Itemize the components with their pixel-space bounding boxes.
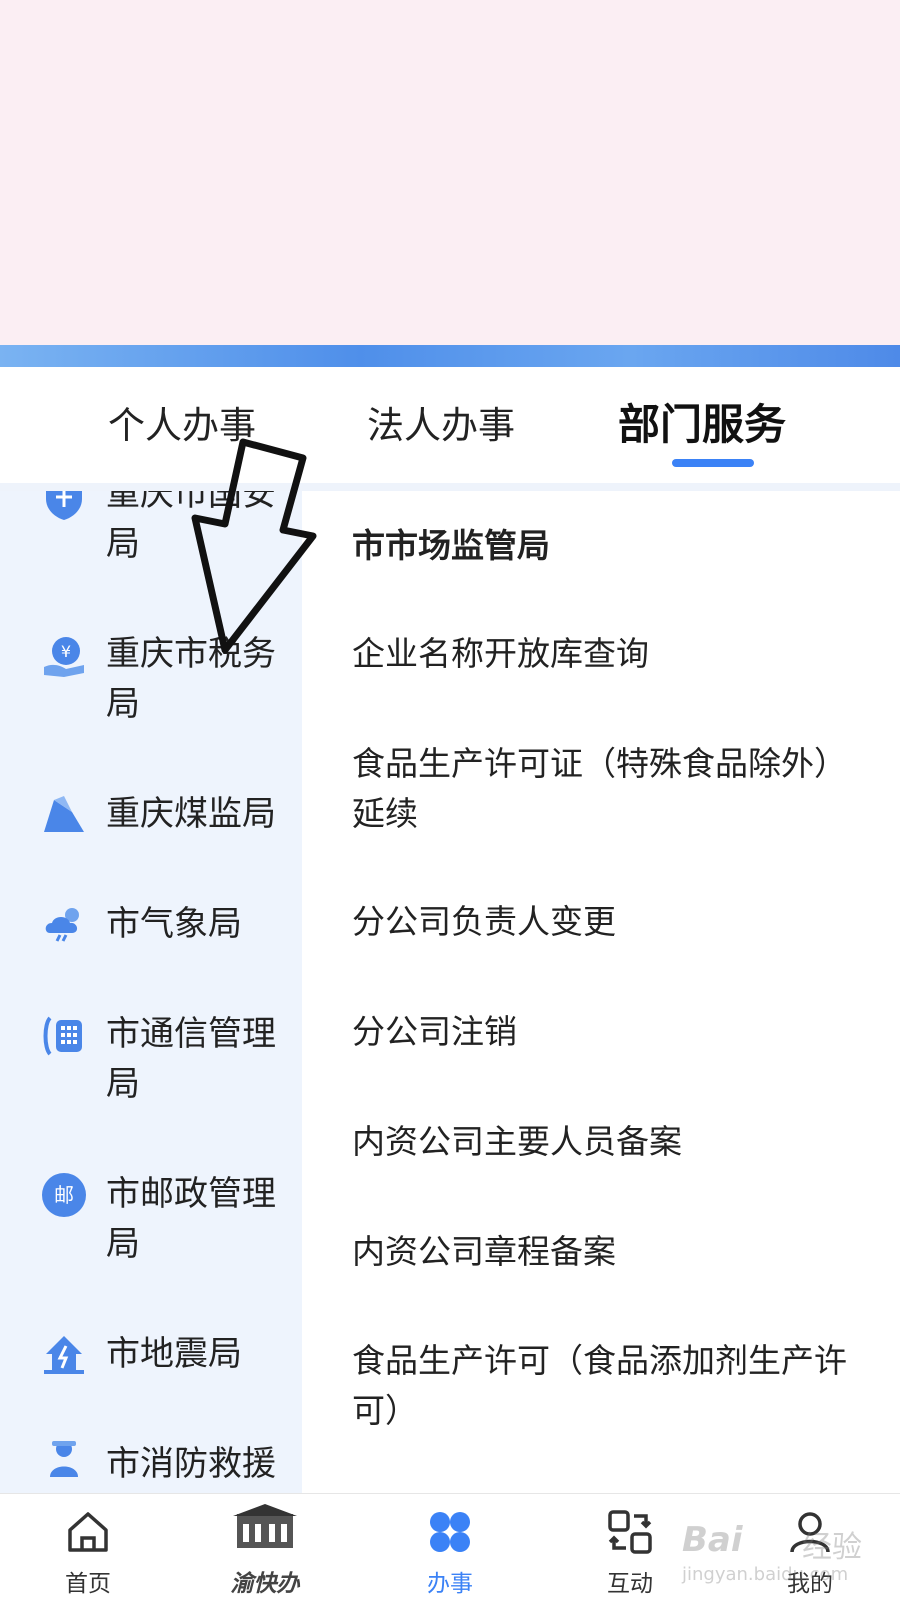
tab-label: 我的 bbox=[787, 1571, 833, 1597]
tab-personal[interactable]: 个人办事 bbox=[108, 395, 256, 449]
list-item[interactable]: 食品生产许可证（特殊食品除外）延续 bbox=[352, 739, 872, 839]
tab-label: 办事 bbox=[427, 1571, 473, 1597]
list-item[interactable]: 内资公司主要人员备案 bbox=[352, 1117, 872, 1167]
sidebar-item-national-security[interactable]: 重庆市国安局 bbox=[0, 491, 302, 579]
department-sidebar[interactable]: 重庆市国安局 ¥ 重庆市税务局 重庆煤监局 市气象局 市通信管理局 邮 市邮政管… bbox=[0, 491, 302, 1493]
department-heading: 市市场监管局 bbox=[352, 526, 550, 565]
list-item[interactable]: 企业名称开放库查询 bbox=[352, 629, 872, 679]
weather-icon bbox=[45, 908, 79, 942]
postal-icon: 邮 bbox=[42, 1173, 86, 1217]
active-tab-indicator bbox=[672, 459, 754, 467]
tab-department[interactable]: 部门服务 bbox=[618, 391, 786, 452]
sidebar-item-fire-rescue[interactable]: 市消防救援 bbox=[0, 1439, 302, 1493]
tab-interact[interactable]: 互动 bbox=[560, 1494, 700, 1601]
tab-services[interactable]: 办事 bbox=[380, 1494, 520, 1601]
coal-icon bbox=[44, 796, 84, 832]
svg-text:¥: ¥ bbox=[61, 642, 71, 661]
phone-icon bbox=[43, 1016, 82, 1056]
top-banner[interactable] bbox=[0, 0, 900, 345]
home-icon bbox=[68, 1512, 108, 1552]
list-item[interactable]: 内资公司章程备案 bbox=[352, 1227, 872, 1277]
list-item[interactable]: 分公司注销 bbox=[352, 1007, 872, 1057]
tab-label: 首页 bbox=[65, 1571, 111, 1597]
sidebar-item-postal[interactable]: 邮 市邮政管理局 bbox=[0, 1169, 302, 1279]
tab-logo[interactable]: 渝快办 bbox=[195, 1494, 335, 1601]
section-divider bbox=[0, 483, 900, 491]
tab-label: 互动 bbox=[607, 1571, 653, 1597]
tab-profile[interactable]: 我的 bbox=[740, 1494, 880, 1601]
list-item[interactable]: 分公司负责人变更 bbox=[352, 897, 872, 947]
firefighter-icon bbox=[50, 1441, 78, 1477]
sidebar-item-tax[interactable]: ¥ 重庆市税务局 bbox=[0, 629, 302, 739]
earthquake-icon bbox=[44, 1336, 84, 1374]
sidebar-item-earthquake[interactable]: 市地震局 bbox=[0, 1329, 302, 1389]
logo-icon bbox=[233, 1504, 297, 1548]
interact-icon bbox=[608, 1510, 652, 1554]
sidebar-item-label: 市气象局 bbox=[106, 904, 242, 944]
services-icon bbox=[430, 1512, 470, 1552]
sidebar-item-label: 重庆市国安局 bbox=[106, 491, 276, 564]
banner-strip bbox=[0, 345, 900, 367]
category-tabs: 个人办事 法人办事 部门服务 bbox=[0, 367, 900, 483]
sidebar-item-label: 市消防救援 bbox=[106, 1444, 276, 1484]
sidebar-item-label: 重庆市税务局 bbox=[106, 634, 276, 724]
profile-icon bbox=[790, 1512, 830, 1553]
sidebar-item-telecom[interactable]: 市通信管理局 bbox=[0, 1009, 302, 1119]
sidebar-item-coal[interactable]: 重庆煤监局 bbox=[0, 789, 302, 849]
tab-label: 渝快办 bbox=[230, 1571, 300, 1597]
bottom-tab-bar: 首页 渝快办 办事 互动 我的 bbox=[0, 1493, 900, 1601]
sidebar-item-label: 重庆煤监局 bbox=[106, 794, 276, 834]
tax-icon: ¥ bbox=[44, 637, 84, 677]
sidebar-item-label: 市通信管理局 bbox=[106, 1014, 276, 1104]
list-item[interactable]: 食品生产许可（食品添加剂生产许可） bbox=[352, 1336, 872, 1436]
shield-icon bbox=[46, 491, 82, 520]
tab-corporate[interactable]: 法人办事 bbox=[367, 395, 515, 449]
tab-home[interactable]: 首页 bbox=[18, 1494, 158, 1601]
sidebar-item-label: 市邮政管理局 bbox=[106, 1174, 276, 1264]
sidebar-item-label: 市地震局 bbox=[106, 1334, 242, 1374]
service-list: 市市场监管局 企业名称开放库查询 食品生产许可证（特殊食品除外）延续 分公司负责… bbox=[302, 491, 900, 1493]
sidebar-item-weather[interactable]: 市气象局 bbox=[0, 899, 302, 959]
